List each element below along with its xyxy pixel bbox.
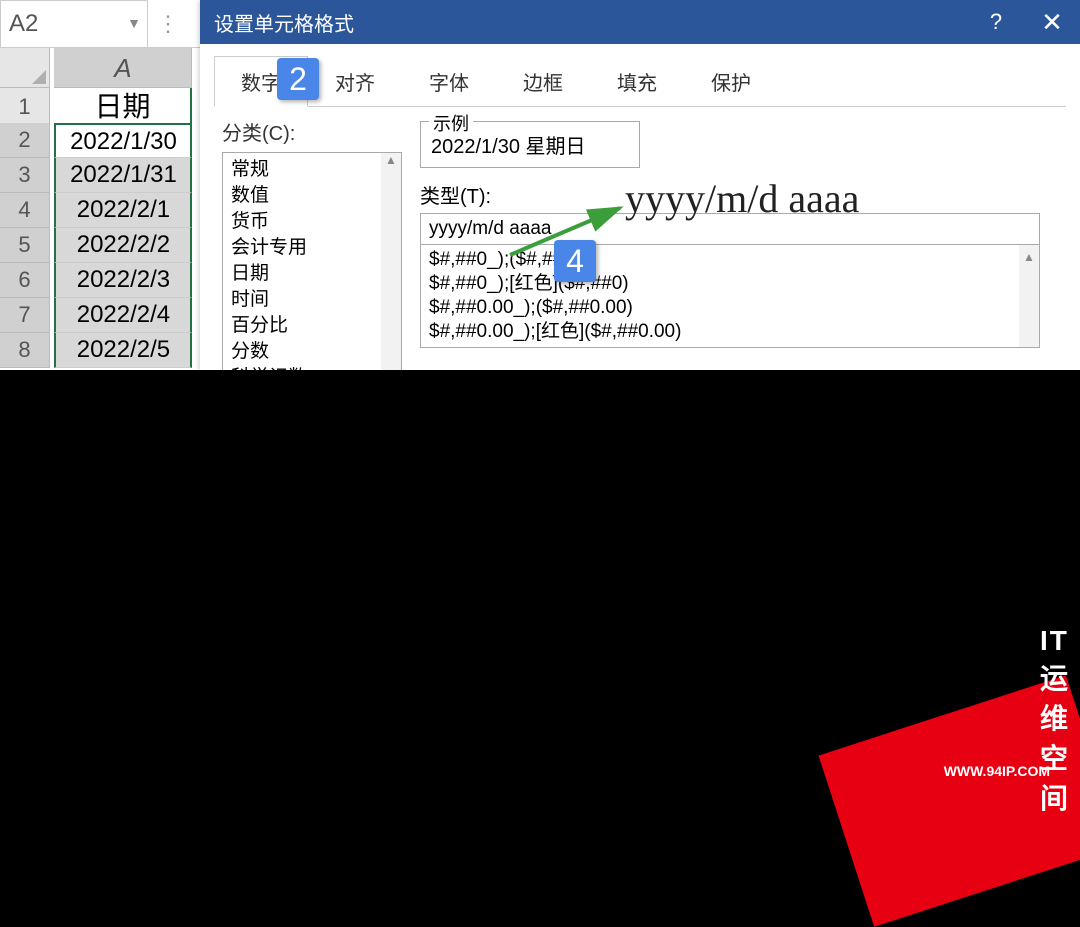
cell-a3[interactable]: 2022/1/31	[54, 158, 192, 193]
spreadsheet: A 1 日期 2 2022/1/30 3 2022/1/31 4 2022/2/…	[0, 48, 200, 368]
cell-a8[interactable]: 2022/2/5	[54, 333, 192, 368]
select-all-corner[interactable]	[0, 48, 50, 88]
scroll-up-icon[interactable]: ▲	[1023, 245, 1035, 269]
tab-border[interactable]: 边框	[496, 56, 590, 106]
list-item[interactable]: 货币	[231, 209, 393, 235]
tab-alignment[interactable]: 对齐	[308, 56, 402, 106]
dialog-title: 设置单元格格式	[214, 8, 354, 37]
list-item[interactable]: $#,##0.00_);[红色]($#,##0.00)	[429, 320, 1031, 344]
row-header[interactable]: 2	[0, 123, 50, 158]
list-item[interactable]: 会计专用	[231, 235, 393, 261]
row-header[interactable]: 4	[0, 193, 50, 228]
watermark-text: IT运维空间	[1040, 625, 1070, 817]
row-header[interactable]: 8	[0, 333, 50, 368]
scroll-up-icon[interactable]: ▲	[385, 153, 397, 167]
dialog-tabs: 数字 对齐 字体 边框 填充 保护	[214, 56, 1066, 107]
cell-a7[interactable]: 2022/2/4	[54, 298, 192, 333]
close-icon[interactable]: ✕	[1024, 0, 1080, 44]
dialog-content: 分类(C): 常规 数值 货币 会计专用 日期 时间 百分比 分数 科学记数 文…	[200, 107, 1080, 370]
dialog-titlebar[interactable]: 设置单元格格式 ? ✕	[200, 0, 1080, 44]
tab-font[interactable]: 字体	[402, 56, 496, 106]
list-item[interactable]: $#,##0.00_);($#,##0.00)	[429, 296, 1031, 320]
cell-a6[interactable]: 2022/2/3	[54, 263, 192, 298]
list-item[interactable]: 常规	[231, 157, 393, 183]
category-listbox[interactable]: 常规 数值 货币 会计专用 日期 时间 百分比 分数 科学记数 文本 ▲	[222, 152, 402, 370]
cell-a2[interactable]: 2022/1/30	[54, 123, 192, 158]
app-root: A2 ▼ ⋮ A 1 日期 2 2022/1/30 3 2022/1/31 4 …	[0, 0, 1080, 370]
list-item[interactable]: 数值	[231, 183, 393, 209]
scrollbar[interactable]: ▲	[381, 153, 401, 370]
row-header[interactable]: 1	[0, 88, 50, 128]
cell-a1[interactable]: 日期	[54, 88, 192, 128]
list-item[interactable]: 百分比	[231, 313, 393, 339]
list-item[interactable]: 日期	[231, 261, 393, 287]
scrollbar[interactable]: ▲	[1019, 245, 1039, 347]
row-header[interactable]: 5	[0, 228, 50, 263]
titlebar-buttons: ? ✕	[968, 0, 1080, 44]
help-icon[interactable]: ?	[968, 0, 1024, 44]
list-item[interactable]: $#,##0_);[红色]($#,##0)	[429, 272, 1031, 296]
callout-badge-2: 2	[277, 58, 319, 100]
name-box-value: A2	[9, 10, 38, 38]
row-header[interactable]: 3	[0, 158, 50, 193]
example-label: 示例	[429, 110, 473, 136]
category-items: 常规 数值 货币 会计专用 日期 时间 百分比 分数 科学记数 文本	[223, 153, 401, 370]
dropdown-icon[interactable]: ▼	[127, 15, 141, 31]
column-header-a[interactable]: A	[54, 48, 192, 88]
name-box[interactable]: A2 ▼	[0, 0, 148, 48]
list-item[interactable]: 分数	[231, 339, 393, 365]
example-box: 示例 2022/1/30 星期日	[420, 121, 640, 168]
list-item[interactable]: 科学记数	[231, 365, 393, 370]
tab-protection[interactable]: 保护	[684, 56, 778, 106]
category-panel: 分类(C): 常规 数值 货币 会计专用 日期 时间 百分比 分数 科学记数 文…	[222, 117, 402, 370]
row-header[interactable]: 7	[0, 298, 50, 333]
more-icon[interactable]: ⋮	[148, 11, 188, 37]
annotation-text: yyyy/m/d aaaa	[625, 175, 859, 222]
watermark-url: WWW.94IP.COM	[944, 763, 1050, 779]
cell-a4[interactable]: 2022/2/1	[54, 193, 192, 228]
category-label: 分类(C):	[222, 117, 402, 146]
namebox-bar: A2 ▼ ⋮	[0, 0, 200, 48]
tab-fill[interactable]: 填充	[590, 56, 684, 106]
callout-badge-4: 4	[554, 240, 596, 282]
row-header[interactable]: 6	[0, 263, 50, 298]
list-item[interactable]: 时间	[231, 287, 393, 313]
cell-a5[interactable]: 2022/2/2	[54, 228, 192, 263]
